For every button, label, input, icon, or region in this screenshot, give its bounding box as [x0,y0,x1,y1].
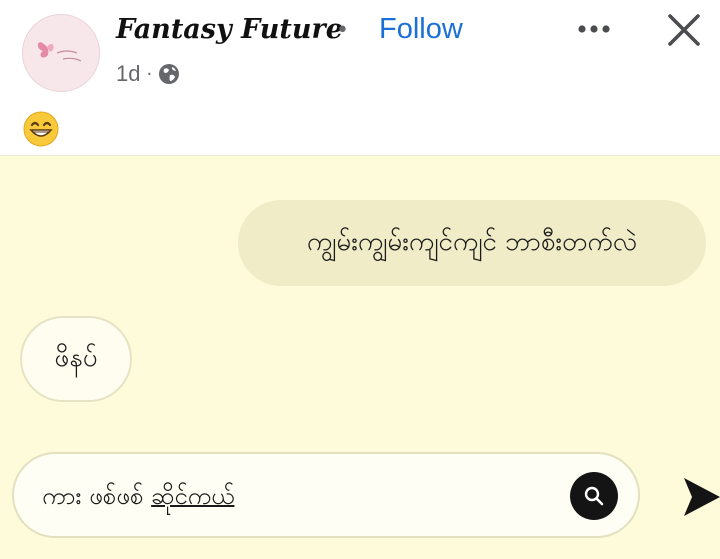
received-message-bubble: ဖိနပ် [20,316,132,402]
search-icon [584,486,604,506]
send-icon [684,478,720,516]
post-meta: 1d · [116,60,180,88]
sent-message-bubble: ကျွမ်းကျွမ်းကျင်ကျင် ဘာစီးတက်လဲ [238,200,706,286]
message-input-text: ကား ဖစ်ဖစ် ဆိုင်ကယ် [42,480,234,516]
post-header: Fantasy Future • Follow 1d · [0,0,720,155]
page-avatar[interactable] [22,14,100,92]
close-icon [668,14,700,46]
more-options-button[interactable] [572,14,616,44]
post-timestamp[interactable]: 1d [116,61,140,87]
message-input[interactable]: ကား ဖစ်ဖစ် ဆိုင်ကယ် [12,452,640,538]
page-name[interactable]: Fantasy Future [116,14,343,45]
close-button[interactable] [662,8,706,52]
header-separator: • [336,18,349,43]
search-button[interactable] [570,472,618,520]
chat-screenshot: ကျွမ်းကျွမ်းကျင်ကျင် ဘာစီးတက်လဲ ဖိနပ် ကာ… [0,155,720,559]
meta-separator: · [146,63,153,85]
grinning-emoji-icon [22,110,60,148]
input-text-plain: ကား ဖစ်ဖစ် [42,482,152,510]
avatar-logo [23,15,99,91]
globe-icon [158,63,180,85]
input-text-underlined: ဆိုင်ကယ် [151,482,235,510]
more-options-icon [578,25,610,33]
follow-button[interactable]: Follow [379,13,463,46]
send-button[interactable] [680,474,720,520]
